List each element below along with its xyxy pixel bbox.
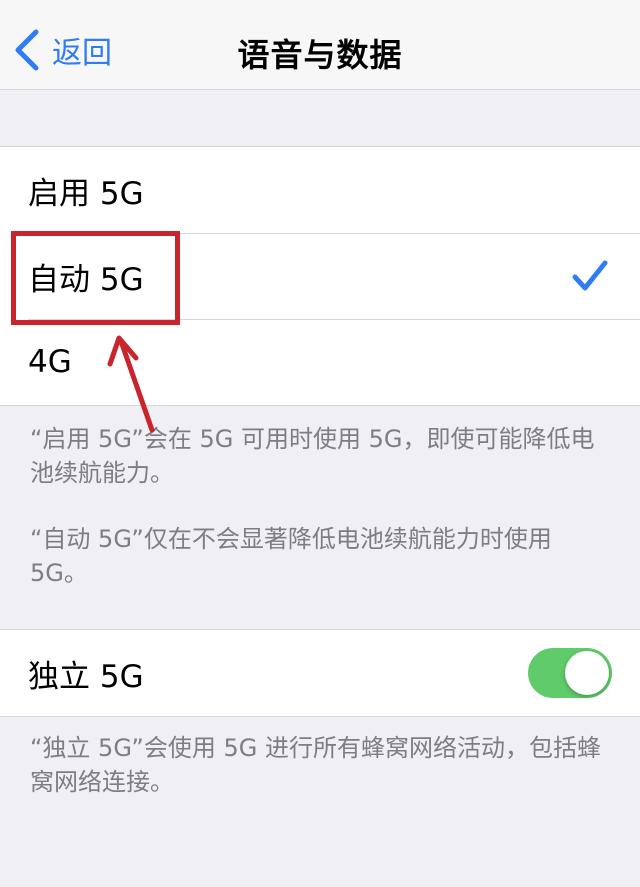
option-label: 4G [28, 344, 72, 380]
enable-5g-note: “启用 5G”会在 5G 可用时使用 5G，即使可能降低电池续航能力。 [30, 425, 595, 487]
checkmark-icon [572, 260, 608, 291]
standalone-5g-note: “独立 5G”会使用 5G 进行所有蜂窝网络活动，包括蜂窝网络连接。 [30, 734, 601, 796]
option-label: 自动 5G [28, 261, 144, 298]
option-4g[interactable]: 4G [0, 319, 640, 405]
standalone-5g-label: 独立 5G [28, 658, 144, 695]
auto-5g-note: “自动 5G”仅在不会显著降低电池续航能力时使用 5G。 [30, 525, 552, 587]
option-enable-5g[interactable]: 启用 5G [0, 147, 640, 233]
standalone-5g-row: 独立 5G [0, 630, 640, 716]
option-label: 启用 5G [28, 175, 144, 212]
option-auto-5g[interactable]: 自动 5G [0, 233, 640, 319]
standalone-5g-toggle[interactable] [528, 648, 612, 698]
network-options-group: 启用 5G 自动 5G 4G [0, 146, 640, 406]
page-title: 语音与数据 [237, 36, 403, 74]
toggle-knob [565, 651, 609, 695]
standalone-5g-group: 独立 5G [0, 629, 640, 717]
navigation-bar: 返回 语音与数据 [0, 0, 640, 90]
